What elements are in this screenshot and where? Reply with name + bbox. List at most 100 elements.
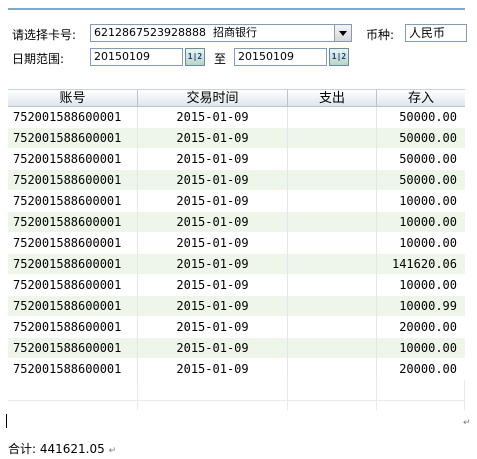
- deposit-cell: 50000.00: [399, 131, 457, 145]
- time-cell: 2015-01-09: [138, 149, 288, 170]
- deposit-cell: 20000.00: [399, 362, 457, 376]
- deposit-cell: 10000.99: [399, 299, 457, 313]
- account-cell: 752001588600001: [8, 359, 138, 380]
- time-cell: 2015-01-09: [138, 191, 288, 212]
- bank-name-value: 招商银行: [213, 26, 257, 39]
- table-row[interactable]: 752001588600001 2015-01-09 10000.00: [8, 191, 465, 212]
- table-row[interactable]: 752001588600001 2015-01-09 50000.00: [8, 170, 465, 191]
- paragraph-mark-icon: ↵: [108, 446, 117, 456]
- table-row[interactable]: 752001588600001 2015-01-09 20000.00: [8, 359, 465, 380]
- expense-cell: [288, 317, 377, 338]
- currency-label: 币种:: [366, 28, 395, 42]
- time-cell: 2015-01-09: [138, 128, 288, 149]
- empty-cell: [377, 401, 465, 410]
- deposit-cell: 10000.00: [399, 341, 457, 355]
- date-to-value: 20150109: [238, 50, 294, 63]
- account-cell: 752001588600001: [8, 128, 138, 149]
- account-cell: 752001588600001: [8, 170, 138, 191]
- account-cell: 752001588600001: [8, 149, 138, 170]
- card-select[interactable]: 6212867523928888 招商银行: [90, 24, 352, 42]
- card-number-value: 6212867523928888: [94, 26, 206, 39]
- column-header-deposit[interactable]: 存入: [377, 90, 465, 106]
- deposit-cell: 10000.00: [399, 215, 457, 229]
- time-cell: 2015-01-09: [138, 275, 288, 296]
- text-cursor: [6, 414, 7, 428]
- expense-cell: [288, 338, 377, 359]
- account-cell: 752001588600001: [8, 254, 138, 275]
- account-cell: 752001588600001: [8, 317, 138, 338]
- empty-cell: [138, 380, 288, 401]
- time-cell: 2015-01-09: [138, 233, 288, 254]
- currency-field[interactable]: 人民币: [405, 24, 467, 42]
- expense-cell: [288, 359, 377, 380]
- card-number-label: 请选择卡号:: [12, 28, 77, 42]
- table-row[interactable]: 752001588600001 2015-01-09 50000.00: [8, 149, 465, 170]
- time-cell: 2015-01-09: [138, 107, 288, 128]
- expense-cell: [288, 254, 377, 275]
- empty-row: [8, 380, 465, 401]
- deposit-cell: 20000.00: [399, 320, 457, 334]
- table-row[interactable]: 752001588600001 2015-01-09 141620.06: [8, 254, 465, 275]
- table-row[interactable]: 752001588600001 2015-01-09 10000.99: [8, 296, 465, 317]
- table-row[interactable]: 752001588600001 2015-01-09 20000.00: [8, 317, 465, 338]
- column-header-expense[interactable]: 支出: [288, 90, 377, 106]
- table-row[interactable]: 752001588600001 2015-01-09 10000.00: [8, 233, 465, 254]
- empty-cell: [138, 401, 288, 410]
- column-header-account[interactable]: 账号: [8, 90, 138, 106]
- account-cell: 752001588600001: [8, 233, 138, 254]
- expense-cell: [288, 170, 377, 191]
- filter-panel: 请选择卡号: 6212867523928888 招商银行 币种: 人民币 日期范…: [8, 10, 467, 78]
- expense-cell: [288, 212, 377, 233]
- date-range-label: 日期范围:: [12, 52, 65, 66]
- date-to-input[interactable]: 20150109: [234, 48, 327, 66]
- time-cell: 2015-01-09: [138, 296, 288, 317]
- table-row[interactable]: 752001588600001 2015-01-09 10000.00: [8, 338, 465, 359]
- table-body: 752001588600001 2015-01-09 50000.00 7520…: [8, 107, 465, 410]
- date-from-input[interactable]: 20150109: [90, 48, 183, 66]
- table-header: 账号 交易时间 支出 存入: [8, 89, 465, 107]
- expense-cell: [288, 233, 377, 254]
- time-cell: 2015-01-09: [138, 254, 288, 275]
- time-cell: 2015-01-09: [138, 170, 288, 191]
- empty-cell: [8, 401, 138, 410]
- table-row[interactable]: 752001588600001 2015-01-09 10000.00: [8, 275, 465, 296]
- total-line: 合计: 441621.05 ↵: [8, 440, 116, 457]
- account-cell: 752001588600001: [8, 107, 138, 128]
- account-cell: 752001588600001: [8, 212, 138, 233]
- empty-cell: [8, 380, 138, 401]
- expense-cell: [288, 191, 377, 212]
- calendar-icon[interactable]: 1|2: [329, 48, 349, 66]
- total-value: 441621.05: [39, 442, 105, 456]
- deposit-cell: 10000.00: [399, 236, 457, 250]
- empty-row: [8, 401, 465, 410]
- deposit-cell: 10000.00: [399, 194, 457, 208]
- paragraph-mark-icon: ↵: [463, 418, 471, 428]
- deposit-cell: 141620.06: [391, 257, 457, 271]
- time-cell: 2015-01-09: [138, 317, 288, 338]
- table-row[interactable]: 752001588600001 2015-01-09 10000.00: [8, 212, 465, 233]
- deposit-cell: 50000.00: [399, 152, 457, 166]
- time-cell: 2015-01-09: [138, 212, 288, 233]
- deposit-cell: 50000.00: [399, 110, 457, 124]
- empty-cell: [377, 380, 465, 401]
- account-cell: 752001588600001: [8, 191, 138, 212]
- chevron-down-icon[interactable]: [334, 25, 351, 41]
- table-row[interactable]: 752001588600001 2015-01-09 50000.00: [8, 107, 465, 128]
- expense-cell: [288, 128, 377, 149]
- empty-cell: [288, 380, 377, 401]
- time-cell: 2015-01-09: [138, 359, 288, 380]
- deposit-cell: 10000.00: [399, 278, 457, 292]
- expense-cell: [288, 296, 377, 317]
- calendar-icon[interactable]: 1|2: [185, 48, 205, 66]
- table-row[interactable]: 752001588600001 2015-01-09 50000.00: [8, 128, 465, 149]
- date-from-value: 20150109: [94, 50, 150, 63]
- deposit-cell: 50000.00: [399, 173, 457, 187]
- column-header-time[interactable]: 交易时间: [138, 90, 288, 106]
- currency-value: 人民币: [409, 26, 446, 40]
- to-label: 至: [214, 52, 227, 66]
- account-cell: 752001588600001: [8, 296, 138, 317]
- time-cell: 2015-01-09: [138, 338, 288, 359]
- empty-cell: [288, 401, 377, 410]
- transactions-table: 账号 交易时间 支出 存入 752001588600001 2015-01-09…: [8, 89, 465, 410]
- account-cell: 752001588600001: [8, 275, 138, 296]
